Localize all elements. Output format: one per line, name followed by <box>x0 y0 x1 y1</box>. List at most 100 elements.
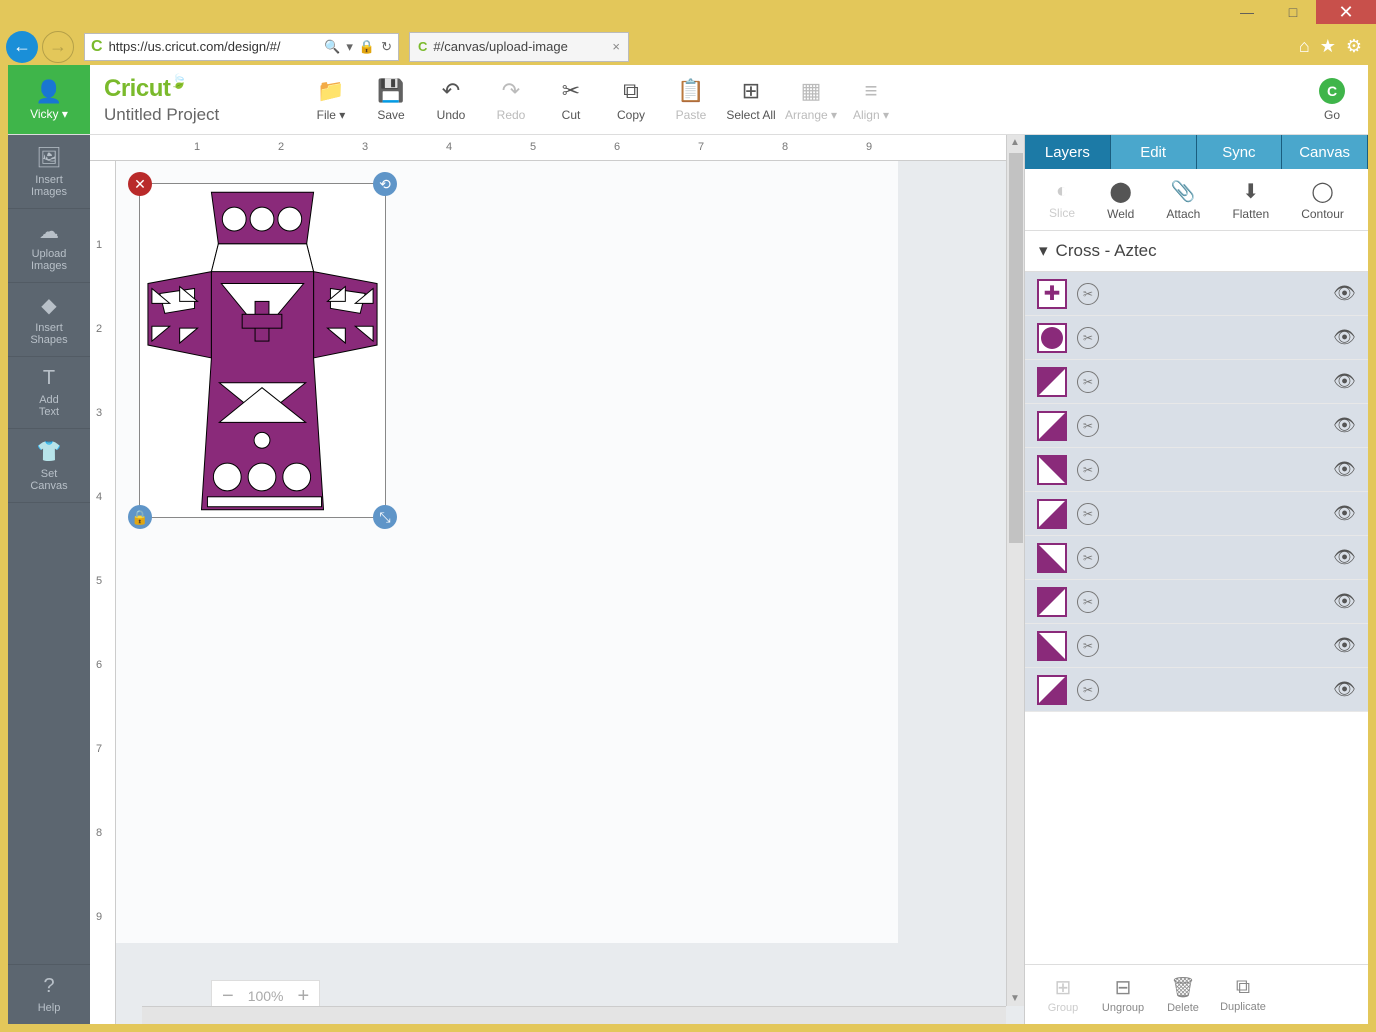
zoom-out-button[interactable]: − <box>222 985 234 1008</box>
save-button[interactable]: 💾Save <box>363 70 419 130</box>
tab-layers[interactable]: Layers <box>1025 135 1111 169</box>
layer-row[interactable]: ✂👁 <box>1025 448 1368 492</box>
visibility-icon[interactable]: 👁 <box>1333 679 1356 700</box>
browser-back-button[interactable]: ← <box>6 31 38 63</box>
layer-swatch[interactable] <box>1037 323 1067 353</box>
sidebar-help[interactable]: ?Help <box>8 964 90 1024</box>
visibility-icon[interactable]: 👁 <box>1333 503 1356 524</box>
scissors-icon[interactable]: ✂ <box>1077 459 1099 481</box>
undo-button[interactable]: ↶Undo <box>423 70 479 130</box>
scissors-icon[interactable]: ✂ <box>1077 635 1099 657</box>
browser-tab[interactable]: C #/canvas/upload-image × <box>409 32 629 62</box>
app-shell: 👤 Vicky ▾ Cricut🍃 Untitled Project 📁File… <box>8 65 1368 1024</box>
tab-edit[interactable]: Edit <box>1111 135 1197 169</box>
project-title[interactable]: Untitled Project <box>104 105 281 125</box>
favorites-icon[interactable]: ★ <box>1320 36 1336 57</box>
selected-object[interactable]: ✕ ⟲ 🔒 ⤡ <box>139 183 386 518</box>
scissors-icon[interactable]: ✂ <box>1077 283 1099 305</box>
set-canvas-icon: 👕 <box>37 439 62 464</box>
visibility-icon[interactable]: 👁 <box>1333 635 1356 656</box>
layer-row[interactable]: ✂👁 <box>1025 668 1368 712</box>
collapse-icon[interactable]: ▾ <box>1039 241 1048 261</box>
scale-handle[interactable]: ⤡ <box>373 505 397 529</box>
delete-handle[interactable]: ✕ <box>128 172 152 196</box>
rotate-handle[interactable]: ⟲ <box>373 172 397 196</box>
toolbar-label: Go <box>1324 108 1340 122</box>
visibility-icon[interactable]: 👁 <box>1333 459 1356 480</box>
weld-button[interactable]: ⬤Weld <box>1107 179 1134 221</box>
user-menu[interactable]: 👤 Vicky ▾ <box>8 65 90 134</box>
tab-close-icon[interactable]: × <box>612 39 620 54</box>
url-input[interactable] <box>109 39 319 54</box>
sidebar-add-text[interactable]: TAddText <box>8 357 90 429</box>
layers-panel: LayersEditSyncCanvas ◐Slice⬤Weld📎Attach⬇… <box>1024 135 1368 1024</box>
scissors-icon[interactable]: ✂ <box>1077 327 1099 349</box>
scissors-icon[interactable]: ✂ <box>1077 679 1099 701</box>
scissors-icon[interactable]: ✂ <box>1077 547 1099 569</box>
tab-canvas[interactable]: Canvas <box>1282 135 1368 169</box>
browser-forward-button[interactable]: → <box>42 31 74 63</box>
canvas-area[interactable]: ✕ ⟲ 🔒 ⤡ − 100% + ▶ <box>116 161 1024 1024</box>
layer-row[interactable]: ✂👁 <box>1025 536 1368 580</box>
settings-icon[interactable]: ⚙ <box>1346 36 1362 57</box>
layer-row[interactable]: ✂👁 <box>1025 316 1368 360</box>
zoom-in-button[interactable]: + <box>298 985 310 1008</box>
layer-swatch[interactable]: ✚ <box>1037 279 1067 309</box>
horizontal-scrollbar[interactable] <box>142 1006 1006 1024</box>
visibility-icon[interactable]: 👁 <box>1333 283 1356 304</box>
copy-button[interactable]: ⧉Copy <box>603 70 659 130</box>
visibility-icon[interactable]: 👁 <box>1333 591 1356 612</box>
visibility-icon[interactable]: 👁 <box>1333 415 1356 436</box>
flatten-button[interactable]: ⬇Flatten <box>1232 179 1269 221</box>
scissors-icon[interactable]: ✂ <box>1077 415 1099 437</box>
file-button[interactable]: 📁File ▾ <box>303 70 359 130</box>
scissors-icon[interactable]: ✂ <box>1077 591 1099 613</box>
layer-swatch[interactable] <box>1037 587 1067 617</box>
window-minimize[interactable]: — <box>1224 0 1270 24</box>
layer-row[interactable]: ✂👁 <box>1025 624 1368 668</box>
delete-button[interactable]: 🗑Delete <box>1155 975 1211 1014</box>
cut-button[interactable]: ✂Cut <box>543 70 599 130</box>
search-icon[interactable]: 🔍 <box>324 39 340 55</box>
layer-row[interactable]: ✂👁 <box>1025 580 1368 624</box>
window-close[interactable]: ✕ <box>1316 0 1376 24</box>
visibility-icon[interactable]: 👁 <box>1333 327 1356 348</box>
sidebar-insert-images[interactable]: 🖼InsertImages <box>8 135 90 209</box>
layer-swatch[interactable] <box>1037 543 1067 573</box>
layer-swatch[interactable] <box>1037 631 1067 661</box>
layer-row[interactable]: ✂👁 <box>1025 360 1368 404</box>
home-icon[interactable]: ⌂ <box>1299 36 1310 57</box>
selectall-button[interactable]: ⊞Select All <box>723 70 779 130</box>
cross-aztec-design <box>140 184 385 517</box>
layer-group-header[interactable]: ▾ Cross - Aztec <box>1025 231 1368 272</box>
scissors-icon[interactable]: ✂ <box>1077 371 1099 393</box>
attach-button[interactable]: 📎Attach <box>1166 179 1200 221</box>
layer-swatch[interactable] <box>1037 675 1067 705</box>
duplicate-button[interactable]: ⧉Duplicate <box>1215 976 1271 1013</box>
visibility-icon[interactable]: 👁 <box>1333 371 1356 392</box>
window-maximize[interactable]: □ <box>1270 0 1316 24</box>
address-bar[interactable]: C 🔍 ▾ 🔒 ↻ <box>84 33 399 61</box>
layer-row[interactable]: ✚ ✂ 👁 <box>1025 272 1368 316</box>
sidebar-set-canvas[interactable]: 👕SetCanvas <box>8 429 90 503</box>
contour-button[interactable]: ◯Contour <box>1301 179 1344 221</box>
scroll-thumb[interactable] <box>1009 153 1023 543</box>
layer-swatch[interactable] <box>1037 411 1067 441</box>
tool-label: Contour <box>1301 207 1344 221</box>
layer-swatch[interactable] <box>1037 367 1067 397</box>
layer-row[interactable]: ✂👁 <box>1025 404 1368 448</box>
sidebar-upload-images[interactable]: ☁UploadImages <box>8 209 90 283</box>
scissors-icon[interactable]: ✂ <box>1077 503 1099 525</box>
refresh-icon[interactable]: ↻ <box>381 39 392 55</box>
tab-sync[interactable]: Sync <box>1197 135 1283 169</box>
sidebar-insert-shapes[interactable]: ◆InsertShapes <box>8 283 90 357</box>
layer-swatch[interactable] <box>1037 499 1067 529</box>
layer-swatch[interactable] <box>1037 455 1067 485</box>
lock-handle[interactable]: 🔒 <box>128 505 152 529</box>
ungroup-button[interactable]: ⊟Ungroup <box>1095 975 1151 1014</box>
visibility-icon[interactable]: 👁 <box>1333 547 1356 568</box>
url-dropdown-icon[interactable]: ▾ <box>346 39 353 55</box>
vertical-scrollbar[interactable] <box>1006 135 1024 1006</box>
go-button[interactable]: CGo <box>1304 70 1360 130</box>
layer-row[interactable]: ✂👁 <box>1025 492 1368 536</box>
